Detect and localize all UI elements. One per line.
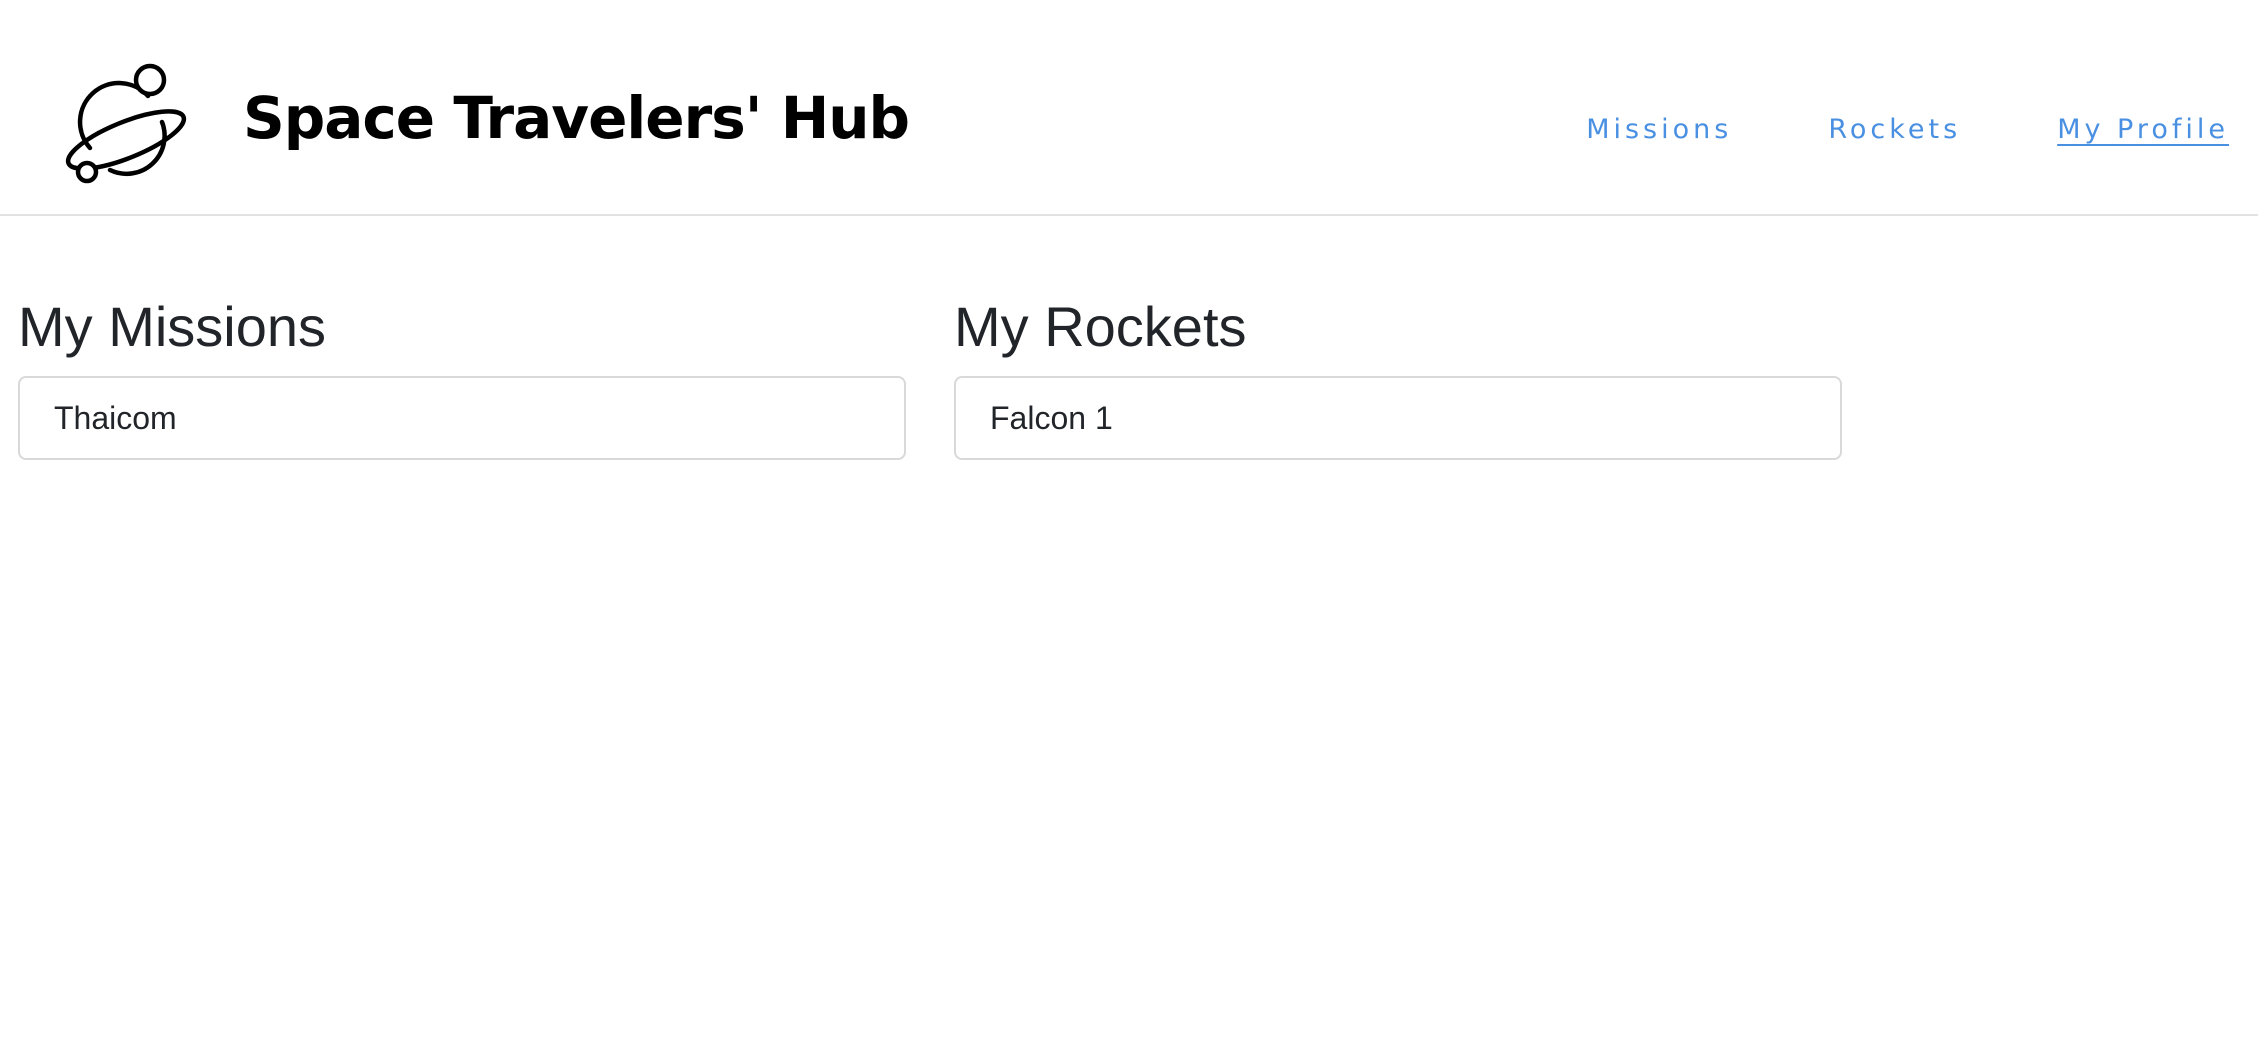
rockets-list: Falcon 1 (954, 376, 1842, 460)
my-rockets-title: My Rockets (954, 295, 1247, 358)
planet-logo-icon (65, 63, 187, 184)
missions-list: Thaicom (18, 376, 906, 460)
main-nav: Missions Rockets My Profile (1586, 112, 2229, 148)
my-missions-section: My Missions Thaicom (18, 292, 906, 460)
nav-link-rockets[interactable]: Rockets (1828, 112, 1961, 148)
nav-link-my-profile[interactable]: My Profile (2057, 112, 2229, 148)
nav-link-missions[interactable]: Missions (1586, 112, 1732, 148)
my-rockets-section: My Rockets Falcon 1 (954, 292, 1842, 460)
site-header: Space Travelers' Hub Missions Rockets My… (0, 0, 2258, 216)
list-item: Thaicom (54, 399, 177, 436)
list-item: Falcon 1 (990, 399, 1113, 436)
my-missions-title: My Missions (18, 295, 327, 358)
brand-title: Space Travelers' Hub (243, 84, 910, 152)
